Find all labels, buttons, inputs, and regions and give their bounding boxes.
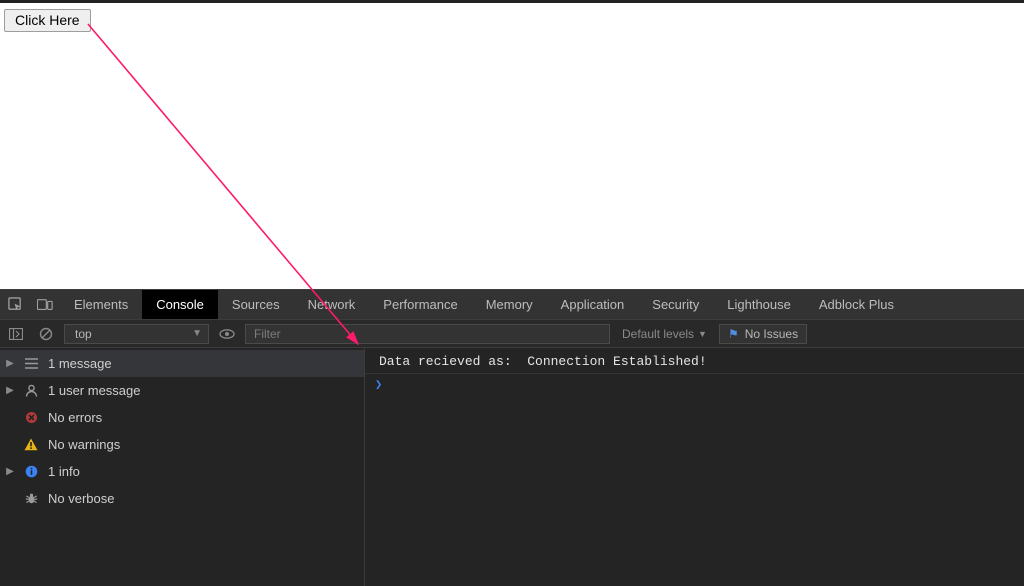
tab-security[interactable]: Security [638, 290, 713, 319]
sidebar-item-info[interactable]: ▶ 1 info [0, 458, 364, 485]
context-selector[interactable]: top ▼ [64, 324, 209, 344]
context-value: top [75, 327, 92, 341]
tab-application[interactable]: Application [547, 290, 639, 319]
console-prompt[interactable]: ❯ [365, 374, 1024, 395]
device-toggle-icon[interactable] [30, 290, 60, 319]
error-icon [23, 411, 39, 424]
sidebar-item-label: No errors [48, 410, 102, 425]
sidebar-item-label: 1 info [48, 464, 80, 479]
caret-down-icon: ▼ [698, 329, 707, 339]
page-viewport: Click Here [0, 0, 1024, 289]
chevron-right-icon: ❯ [375, 378, 382, 392]
tab-adblock-plus[interactable]: Adblock Plus [805, 290, 908, 319]
sidebar-toggle-icon[interactable] [4, 322, 28, 346]
console-sidebar: ▶ 1 message ▶ 1 user message No errors [0, 348, 365, 586]
sidebar-item-label: 1 user message [48, 383, 141, 398]
sidebar-item-label: No warnings [48, 437, 120, 452]
sidebar-item-label: No verbose [48, 491, 114, 506]
clear-console-icon[interactable] [34, 322, 58, 346]
list-icon [23, 358, 39, 369]
sidebar-item-messages[interactable]: ▶ 1 message [0, 350, 364, 377]
console-log-line: Data recieved as: Connection Established… [365, 352, 1024, 374]
disclosure-icon: ▶ [6, 466, 14, 477]
sidebar-item-errors[interactable]: No errors [0, 404, 364, 431]
warning-icon [23, 438, 39, 451]
live-expression-icon[interactable] [215, 322, 239, 346]
caret-down-icon: ▼ [192, 328, 202, 339]
log-levels-selector[interactable]: Default levels ▼ [616, 327, 713, 341]
inspect-icon[interactable] [0, 290, 30, 319]
tab-lighthouse[interactable]: Lighthouse [713, 290, 805, 319]
disclosure-icon: ▶ [6, 385, 14, 396]
disclosure-icon: ▶ [6, 358, 14, 369]
log-levels-label: Default levels [622, 327, 694, 341]
tab-memory[interactable]: Memory [472, 290, 547, 319]
sidebar-item-warnings[interactable]: No warnings [0, 431, 364, 458]
issues-label: No Issues [745, 327, 798, 341]
tab-console[interactable]: Console [142, 290, 218, 319]
console-toolbar: top ▼ Default levels ▼ ⚑ No Issues [0, 320, 1024, 348]
click-here-button[interactable]: Click Here [4, 9, 91, 32]
bug-icon [23, 492, 39, 505]
devtools-panel: Elements Console Sources Network Perform… [0, 289, 1024, 586]
flag-icon: ⚑ [728, 327, 739, 341]
sidebar-item-label: 1 message [48, 356, 112, 371]
tab-elements[interactable]: Elements [60, 290, 142, 319]
info-icon [23, 465, 39, 478]
issues-chip[interactable]: ⚑ No Issues [719, 324, 807, 344]
console-body: ▶ 1 message ▶ 1 user message No errors [0, 348, 1024, 586]
tab-network[interactable]: Network [294, 290, 370, 319]
sidebar-item-user-messages[interactable]: ▶ 1 user message [0, 377, 364, 404]
tab-performance[interactable]: Performance [369, 290, 471, 319]
filter-input[interactable] [245, 324, 610, 344]
console-output[interactable]: Data recieved as: Connection Established… [365, 348, 1024, 586]
tab-sources[interactable]: Sources [218, 290, 294, 319]
user-icon [23, 384, 39, 397]
devtools-tab-bar: Elements Console Sources Network Perform… [0, 290, 1024, 320]
sidebar-item-verbose[interactable]: No verbose [0, 485, 364, 512]
